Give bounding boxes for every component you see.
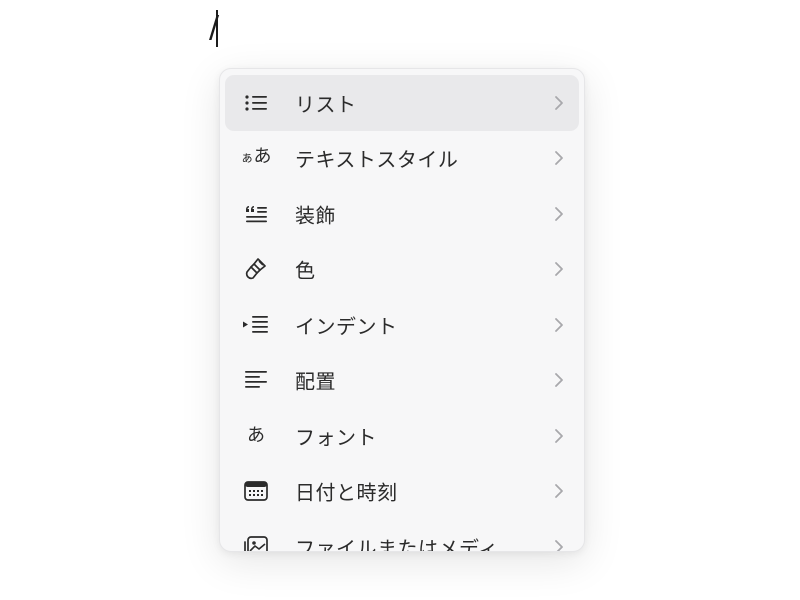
menu-item-color[interactable]: 色	[225, 242, 579, 298]
indent-icon	[241, 312, 271, 338]
chevron-right-icon	[553, 482, 565, 500]
chevron-right-icon	[553, 205, 565, 223]
menu-item-label: 日付と時刻	[295, 480, 398, 505]
bullet-list-icon	[241, 90, 271, 116]
chevron-right-icon	[553, 260, 565, 278]
menu-item-label: 色	[295, 258, 316, 283]
paintbrush-icon	[241, 256, 271, 282]
calendar-icon	[241, 478, 271, 504]
menu-item-file-media[interactable]: ファイルまたはメディ…	[225, 519, 579, 552]
menu-item-text-style[interactable]: ぁあ テキストスタイル	[225, 131, 579, 187]
chevron-right-icon	[553, 538, 565, 551]
text-style-icon: ぁあ	[240, 146, 272, 168]
menu-item-label: フォント	[295, 425, 377, 450]
chevron-right-icon	[553, 316, 565, 334]
menu-item-label: リスト	[295, 92, 357, 117]
quote-decoration-icon	[241, 201, 271, 227]
menu-item-list: リスト ぁあ テキストスタイル 装飾 色 インデント 配置 あ フォント 日付と…	[225, 75, 579, 552]
chevron-right-icon	[553, 149, 565, 167]
typed-slash: /	[209, 10, 220, 45]
menu-item-decoration[interactable]: 装飾	[225, 186, 579, 242]
menu-item-font[interactable]: あ フォント	[225, 408, 579, 464]
menu-item-label: 装飾	[295, 203, 336, 228]
align-left-icon	[241, 367, 271, 393]
chevron-right-icon	[553, 371, 565, 389]
editor-canvas[interactable]: / リスト ぁあ テキストスタイル 装飾 色 インデント 配置 あ フォント 日…	[0, 0, 800, 600]
menu-item-label: ファイルまたはメディ…	[295, 536, 520, 552]
chevron-right-icon	[553, 427, 565, 445]
menu-item-label: テキストスタイル	[295, 147, 459, 172]
menu-item-date-time[interactable]: 日付と時刻	[225, 464, 579, 520]
chevron-right-icon	[553, 94, 565, 112]
font-icon: あ	[247, 424, 265, 446]
menu-item-label: 配置	[295, 369, 336, 394]
media-icon	[241, 534, 271, 551]
slash-command-menu: リスト ぁあ テキストスタイル 装飾 色 インデント 配置 あ フォント 日付と…	[219, 68, 585, 552]
menu-item-indent[interactable]: インデント	[225, 297, 579, 353]
menu-item-alignment[interactable]: 配置	[225, 353, 579, 409]
menu-item-label: インデント	[295, 314, 398, 339]
menu-item-list-format[interactable]: リスト	[225, 75, 579, 131]
